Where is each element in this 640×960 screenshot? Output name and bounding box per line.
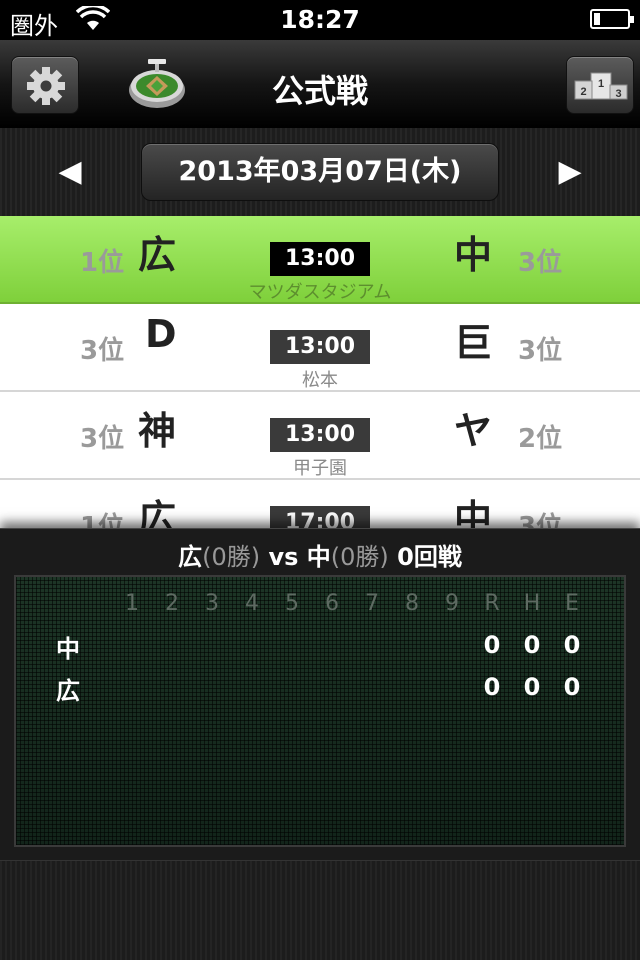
hits-value: 0 bbox=[523, 673, 541, 701]
inning-header: 2 bbox=[165, 591, 179, 616]
matchup-team2: 中 bbox=[306, 543, 331, 571]
away-team-rank: 2位 bbox=[518, 424, 563, 454]
chevron-right-icon: ▶ bbox=[558, 154, 582, 189]
hits-value: 0 bbox=[523, 631, 541, 659]
game-time: 13:00 bbox=[270, 242, 370, 276]
game-row[interactable]: 3位 D 13:00 松本 巨 3位 bbox=[0, 304, 640, 392]
inning-header: 5 bbox=[285, 591, 299, 616]
date-bar: ◀ 2013年03月07日(木) ▶ bbox=[0, 128, 640, 216]
podium-label-third: 3 bbox=[615, 88, 621, 100]
game-row[interactable]: 1位 広 17:00 中 3位 bbox=[0, 480, 640, 528]
hits-header: H bbox=[523, 591, 541, 616]
scoreboard-team: 中 bbox=[56, 635, 80, 663]
scoreboard-panel: 広(0勝) vs 中(0勝) 0回戦 1 2 3 4 5 6 7 8 9 R H… bbox=[0, 528, 640, 860]
errors-header: E bbox=[565, 591, 579, 616]
home-team-rank: 3位 bbox=[80, 424, 125, 454]
ranking-button[interactable]: 1 2 3 bbox=[566, 56, 634, 114]
battery-level bbox=[594, 13, 600, 25]
clock: 18:27 bbox=[280, 5, 360, 34]
podium-label-first: 1 bbox=[598, 78, 604, 90]
runs-value: 0 bbox=[483, 673, 501, 701]
status-bar: 圏外 18:27 bbox=[0, 0, 640, 40]
game-time: 13:00 bbox=[270, 418, 370, 452]
inning-header: 1 bbox=[125, 591, 139, 616]
away-team-rank: 3位 bbox=[518, 512, 563, 528]
battery-icon bbox=[590, 9, 634, 29]
matchup-vs: vs bbox=[260, 543, 307, 571]
next-date-button[interactable]: ▶ bbox=[548, 150, 592, 194]
matchup-wins2: (0勝) bbox=[330, 543, 389, 571]
matchup-title: 広(0勝) vs 中(0勝) 0回戦 bbox=[0, 537, 640, 572]
inning-header: 6 bbox=[325, 591, 339, 616]
scoreboard: 1 2 3 4 5 6 7 8 9 R H E 中 0 0 0 広 0 0 0 bbox=[14, 575, 626, 847]
errors-value: 0 bbox=[563, 673, 581, 701]
page-title: 公式戦 bbox=[271, 72, 368, 110]
chevron-left-icon: ◀ bbox=[58, 154, 82, 189]
venue: 松本 bbox=[302, 370, 338, 391]
home-team: D bbox=[145, 312, 177, 356]
game-time: 17:00 bbox=[270, 506, 370, 528]
runs-header: R bbox=[484, 591, 500, 616]
home-team: 広 bbox=[138, 497, 177, 528]
matchup-wins1: (0勝) bbox=[202, 543, 261, 571]
scoreboard-team: 広 bbox=[56, 677, 80, 705]
bottom-background bbox=[0, 860, 640, 960]
away-team: 巨 bbox=[454, 321, 493, 365]
date-picker-button[interactable]: 2013年03月07日(木) bbox=[141, 143, 499, 201]
away-team-rank: 3位 bbox=[518, 248, 563, 278]
inning-header: 3 bbox=[205, 591, 219, 616]
away-team-rank: 3位 bbox=[518, 336, 563, 366]
game-time: 13:00 bbox=[270, 330, 370, 364]
podium-icon: 1 2 3 bbox=[574, 72, 628, 100]
matchup-team1: 広 bbox=[178, 543, 203, 571]
game-list[interactable]: 1位 広 13:00 マツダスタジアム 中 3位 3位 D 13:00 松本 巨… bbox=[0, 216, 640, 528]
inning-header: 9 bbox=[445, 591, 459, 616]
navigation-bar: 公式戦 1 2 3 bbox=[0, 40, 640, 128]
runs-value: 0 bbox=[483, 631, 501, 659]
home-team: 神 bbox=[138, 409, 177, 453]
home-team-rank: 3位 bbox=[80, 336, 125, 366]
away-team: 中 bbox=[454, 497, 493, 528]
inning-header: 4 bbox=[245, 591, 259, 616]
inning-header: 8 bbox=[405, 591, 419, 616]
away-team: 中 bbox=[454, 233, 493, 277]
matchup-round: 0回戦 bbox=[388, 543, 462, 571]
venue: 甲子園 bbox=[293, 458, 347, 479]
home-team-rank: 1位 bbox=[80, 512, 125, 528]
home-team: 広 bbox=[138, 233, 177, 277]
home-team-rank: 1位 bbox=[80, 248, 125, 278]
prev-date-button[interactable]: ◀ bbox=[48, 150, 92, 194]
game-row[interactable]: 3位 神 13:00 甲子園 ヤ 2位 bbox=[0, 392, 640, 480]
venue: マツダスタジアム bbox=[248, 282, 392, 303]
game-row[interactable]: 1位 広 13:00 マツダスタジアム 中 3位 bbox=[0, 216, 640, 304]
inning-header: 7 bbox=[365, 591, 379, 616]
errors-value: 0 bbox=[563, 631, 581, 659]
podium-label-second: 2 bbox=[580, 86, 586, 98]
away-team: ヤ bbox=[454, 409, 493, 453]
